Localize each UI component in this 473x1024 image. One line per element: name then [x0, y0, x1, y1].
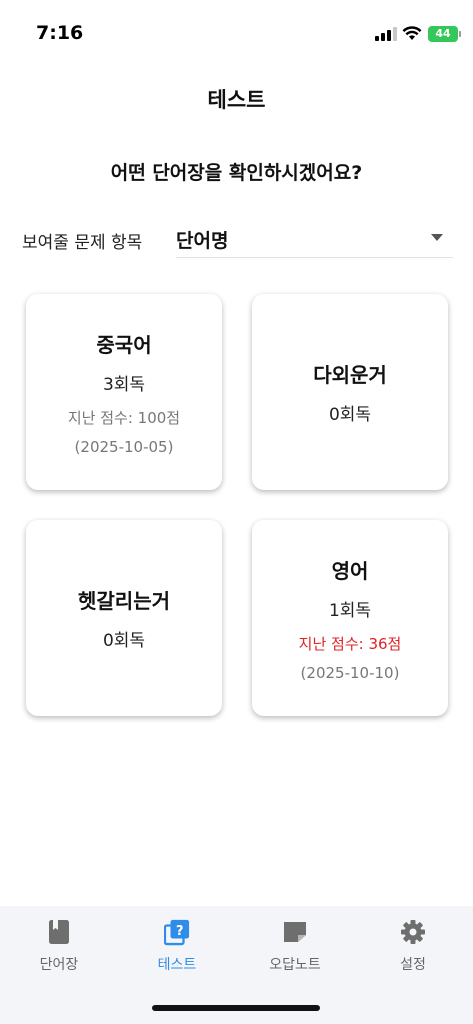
quiz-icon: ?	[164, 918, 190, 946]
book-icon	[46, 918, 72, 946]
card-last-date: (2025-10-05)	[74, 437, 174, 456]
svg-text:?: ?	[176, 924, 184, 939]
card-title: 중국어	[96, 332, 152, 357]
vocab-card-english[interactable]: 영어 1회독 지난 점수: 36점 (2025-10-10)	[252, 520, 448, 716]
card-title: 영어	[331, 558, 369, 583]
card-title: 헷갈리는거	[78, 589, 170, 613]
tab-wrong-notes[interactable]: 오답노트	[236, 918, 354, 988]
note-icon	[282, 918, 308, 946]
tab-label: 단어장	[39, 957, 79, 973]
card-last-score: 지난 점수: 100점	[67, 408, 181, 427]
status-bar: 7:16 44	[0, 0, 473, 60]
dropdown-caret-icon	[431, 234, 443, 241]
question-field-dropdown[interactable]: 단어명	[176, 218, 453, 258]
card-last-score: 지난 점수: 36점	[298, 634, 402, 653]
gear-icon	[400, 918, 426, 946]
card-read-count: 3회독	[102, 374, 146, 395]
vocab-card-chinese[interactable]: 중국어 3회독 지난 점수: 100점 (2025-10-05)	[26, 294, 222, 490]
page-title: 테스트	[207, 88, 266, 112]
question-field-label: 보여줄 문제 항목	[22, 233, 143, 253]
card-title: 다외운거	[313, 363, 387, 387]
card-read-count: 0회독	[102, 631, 146, 651]
vocab-card-confusing[interactable]: 헷갈리는거 0회독	[26, 520, 222, 716]
tab-label: 테스트	[157, 957, 197, 973]
tab-settings[interactable]: 설정	[354, 918, 472, 988]
tab-wordbook[interactable]: 단어장	[0, 918, 118, 988]
status-time: 7:16	[36, 22, 84, 44]
tab-label: 오답노트	[269, 957, 321, 973]
card-last-date: (2025-10-10)	[300, 663, 400, 682]
question-field-value: 단어명	[176, 230, 229, 252]
cellular-signal-icon	[375, 27, 397, 41]
tab-label: 설정	[400, 957, 426, 973]
card-read-count: 1회독	[328, 600, 372, 621]
card-read-count: 0회독	[328, 405, 372, 425]
home-indicator	[152, 1005, 320, 1011]
vocab-card-memorized[interactable]: 다외운거 0회독	[252, 294, 448, 490]
battery-icon: 44	[428, 26, 461, 42]
tab-test[interactable]: ? 테스트	[118, 918, 236, 988]
wifi-icon	[402, 26, 422, 40]
question-heading: 어떤 단어장을 확인하시겠어요?	[110, 162, 363, 184]
